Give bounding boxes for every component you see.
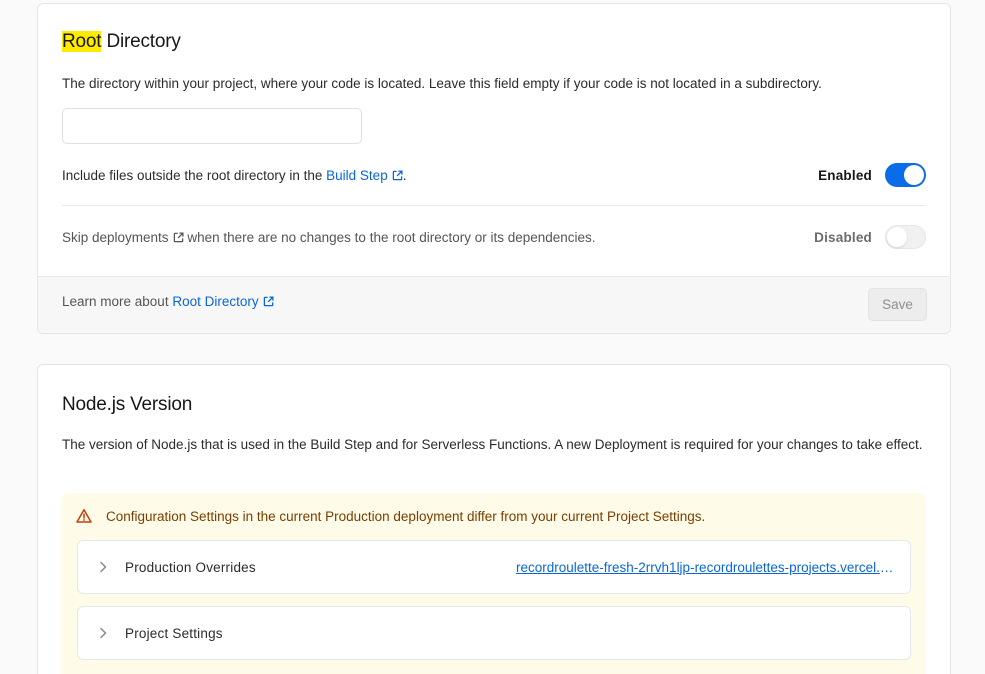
- node-version-description: The version of Node.js that is used in t…: [62, 437, 923, 452]
- skip-deployments-toggle[interactable]: [885, 225, 926, 249]
- project-settings-accordion[interactable]: Project Settings: [77, 606, 911, 660]
- root-directory-description: The directory within your project, where…: [62, 76, 822, 91]
- title-rest: Directory: [106, 31, 181, 52]
- root-directory-docs-link[interactable]: Root Directory: [172, 294, 274, 309]
- include-files-control: Enabled: [818, 163, 926, 187]
- chevron-right-icon: [100, 561, 107, 573]
- skip-deployments-link-text: Skip deployments: [62, 229, 169, 245]
- toggle-knob: [904, 165, 924, 185]
- save-button[interactable]: Save: [868, 288, 927, 321]
- chevron-right-icon: [100, 627, 107, 639]
- include-files-text: Include files outside the root directory…: [62, 168, 406, 183]
- skip-deployments-row: Skip deployments when there are no chang…: [62, 225, 926, 249]
- toggle-knob: [887, 227, 907, 247]
- external-link-icon: [392, 169, 403, 180]
- production-deployment-link[interactable]: recordroulette-fresh-2rrvh1ljp-recordrou…: [516, 560, 894, 575]
- root-directory-title: Root Directory: [62, 31, 181, 53]
- skip-deployments-status: Disabled: [814, 229, 872, 245]
- divider: [62, 205, 926, 206]
- title-highlight: Root: [62, 31, 102, 52]
- include-files-period: .: [402, 167, 407, 183]
- root-directory-input[interactable]: [62, 108, 362, 144]
- skip-deployments-control: Disabled: [814, 225, 926, 249]
- production-overrides-accordion[interactable]: Production Overrides recordroulette-fres…: [77, 540, 911, 594]
- root-directory-footer: Learn more about Root Directory Save: [38, 276, 950, 333]
- learn-more-text: Learn more about Root Directory: [62, 294, 274, 309]
- include-files-label: Include files outside the root directory…: [62, 167, 327, 183]
- learn-more-label: Learn more about: [62, 294, 173, 309]
- build-step-link[interactable]: Build Step: [326, 168, 403, 183]
- build-step-link-text: Build Step: [326, 167, 388, 183]
- warning-text: Configuration Settings in the current Pr…: [106, 508, 706, 524]
- accordion-label: Production Overrides: [125, 559, 256, 575]
- include-files-status: Enabled: [818, 167, 872, 183]
- include-files-row: Include files outside the root directory…: [62, 163, 926, 187]
- node-version-card: Node.js Version The version of Node.js t…: [37, 364, 951, 674]
- external-link-icon: [173, 231, 184, 242]
- skip-deployments-label: when there are no changes to the root di…: [183, 229, 596, 245]
- skip-deployments-link[interactable]: Skip deployments: [62, 230, 184, 245]
- accordion-label: Project Settings: [125, 625, 223, 641]
- warning-triangle-icon: [76, 509, 92, 523]
- include-files-toggle[interactable]: [885, 163, 926, 187]
- external-link-icon: [263, 296, 274, 307]
- root-directory-docs-link-text: Root Directory: [172, 294, 259, 309]
- skip-deployments-text: Skip deployments when there are no chang…: [62, 230, 596, 245]
- node-version-title: Node.js Version: [62, 394, 193, 415]
- warning-message: Configuration Settings in the current Pr…: [76, 508, 705, 524]
- config-warning-banner: Configuration Settings in the current Pr…: [62, 493, 926, 674]
- root-directory-card: Root Directory The directory within your…: [37, 3, 951, 334]
